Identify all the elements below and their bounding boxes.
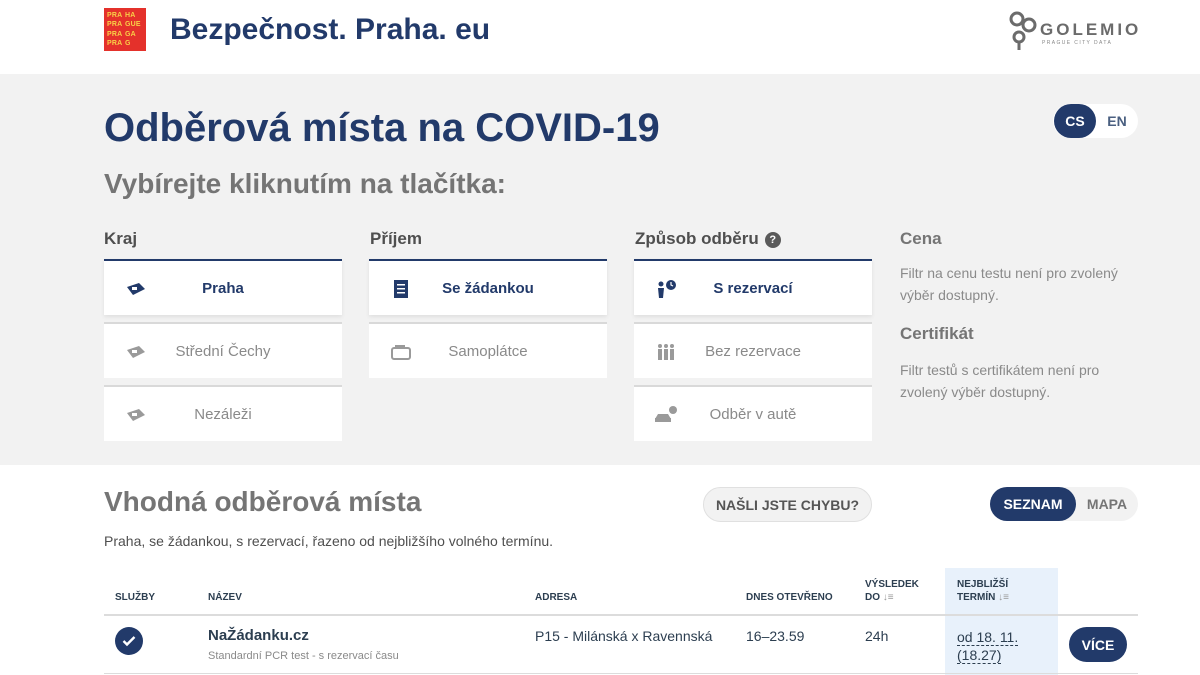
logo-text: GUE (125, 21, 141, 29)
column-header-address: ADRESA (535, 592, 578, 603)
wallet-icon (389, 342, 413, 362)
column-header-open-today: DNES OTEVŘENO (746, 592, 833, 603)
cena-label: Cena (900, 229, 942, 248)
sort-icon: ↓≡ (882, 592, 894, 603)
logo-text: PRA (107, 39, 123, 47)
certifikat-label: Certifikát (900, 324, 974, 343)
golemio-logo[interactable]: GOLEMIO PRAGUE CITY DATA (1008, 10, 1140, 54)
column-header-text: TERMÍN (957, 592, 996, 603)
site-result-by: 24h (865, 628, 889, 644)
prijem-option-se-zadankou[interactable]: Se žádankou (369, 259, 607, 315)
more-button[interactable]: VÍCE (1069, 627, 1127, 662)
logo-text: PRA (107, 21, 123, 29)
zpusob-label-text: Způsob odběru (635, 229, 759, 248)
page-title: Odběrová místa na COVID-19 (104, 106, 660, 150)
zpusob-label: Způsob odběru? (635, 229, 781, 249)
results-description: Praha, se žádankou, s rezervací, řazeno … (104, 533, 554, 549)
zpusob-option-odber-v-aute[interactable]: Odběr v autě (634, 385, 872, 441)
zpusob-option-bez-rezervace[interactable]: Bez rezervace (634, 322, 872, 378)
column-header-text: DO (865, 592, 880, 603)
prijem-option-samoplatce[interactable]: Samoplátce (369, 322, 607, 378)
column-header-text: NEJBLIŽŠÍ (957, 579, 1009, 590)
site-header: PRA HA PRA GUE PRA GA PRA G Bezpečnost. … (0, 0, 1200, 74)
zpusob-option-s-rezervaci[interactable]: S rezervací (634, 259, 872, 315)
site-subtitle: Standardní PCR test - s rezervací času (208, 650, 399, 662)
people-icon (654, 342, 678, 362)
table-header-divider (104, 614, 1138, 616)
map-view-button[interactable]: MAPA (1076, 487, 1138, 521)
site-nearest-term: od 18. 11. (18.27) (957, 628, 1019, 664)
praha-logo[interactable]: PRA HA PRA GUE PRA GA PRA G (104, 8, 146, 51)
map-region-icon (124, 279, 148, 299)
help-icon[interactable]: ? (764, 231, 781, 248)
report-error-button[interactable]: NAŠLI JSTE CHYBU? (703, 487, 872, 522)
document-icon (389, 279, 413, 299)
site-name[interactable]: NaŽádanku.cz (208, 627, 309, 644)
view-toggle: SEZNAM MAPA (990, 487, 1138, 521)
certifikat-info: Filtr testů s certifikátem není pro zvol… (900, 362, 1100, 400)
logo-text: G (125, 39, 131, 47)
list-view-button[interactable]: SEZNAM (990, 487, 1076, 521)
map-region-icon (124, 405, 148, 425)
site-address: P15 - Milánská x Ravennská (535, 628, 713, 644)
kraj-option-stredni-cechy[interactable]: Střední Čechy (104, 322, 342, 378)
column-header-result-by[interactable]: VÝSLEDEK DO ↓≡ (865, 578, 919, 604)
column-header-nearest-term[interactable]: NEJBLIŽŠÍ TERMÍN ↓≡ (957, 578, 1009, 604)
golemio-mark-icon (1009, 11, 1037, 50)
results-title: Vhodná odběrová místa (104, 486, 422, 517)
nearest-term-date: od 18. 11. (957, 629, 1019, 646)
filter-panel: Odběrová místa na COVID-19 Vybírejte kli… (0, 74, 1200, 465)
column-header-services: SLUŽBY (115, 592, 155, 603)
logo-text: GA (125, 30, 136, 38)
golemio-tagline: PRAGUE CITY DATA (1042, 40, 1113, 46)
lang-en-button[interactable]: EN (1096, 104, 1138, 138)
column-header-text: VÝSLEDEK (865, 579, 919, 590)
logo-text: PRA (107, 30, 123, 38)
kraj-option-praha[interactable]: Praha (104, 259, 342, 315)
site-title[interactable]: Bezpečnost. Praha. eu (170, 13, 490, 47)
prijem-label: Příjem (370, 229, 422, 248)
kraj-option-nezalezi[interactable]: Nezáleži (104, 385, 342, 441)
cena-info: Filtr na cenu testu není pro zvolený výb… (900, 265, 1118, 303)
page-subtitle: Vybírejte kliknutím na tlačítka: (104, 168, 506, 199)
table-row-divider (104, 673, 1138, 674)
golemio-wordmark: GOLEMIO (1040, 20, 1142, 39)
person-clock-icon (654, 279, 678, 299)
sort-icon: ↓≡ (998, 592, 1009, 603)
logo-text: PRA (107, 12, 123, 19)
map-region-icon (124, 342, 148, 362)
logo-text: HA (125, 12, 136, 19)
nearest-term-time: (18.27) (957, 647, 1002, 664)
column-header-name: NÁZEV (208, 592, 242, 603)
lang-cs-button[interactable]: CS (1054, 104, 1096, 138)
language-toggle: CS EN (1053, 104, 1138, 138)
kraj-label: Kraj (104, 229, 138, 248)
check-icon (115, 627, 143, 655)
car-clock-icon (654, 405, 678, 425)
site-open-today: 16–23.59 (746, 628, 805, 644)
